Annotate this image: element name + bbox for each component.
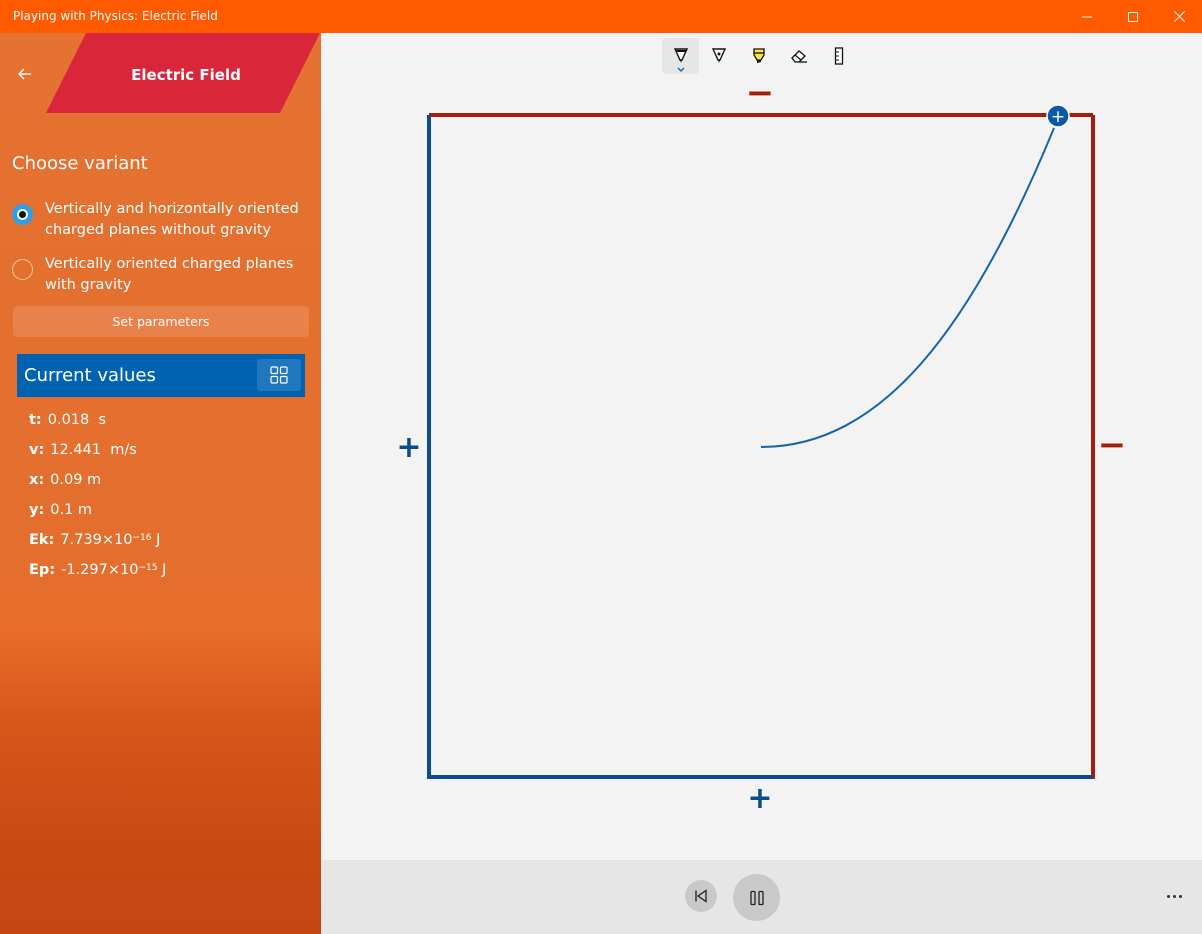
restart-button[interactable] <box>685 880 717 912</box>
maximize-button[interactable] <box>1110 0 1156 33</box>
grid-icon <box>270 366 288 384</box>
variant-option-2[interactable]: Vertically oriented charged planes with … <box>12 254 312 296</box>
ink-toolbar <box>662 38 859 74</box>
window-title: Playing with Physics: Electric Field <box>13 9 218 23</box>
current-values-title: Current values <box>24 365 156 386</box>
more-dot-icon <box>1172 894 1176 898</box>
value-ek: Ek: 7.739×10 −16 J <box>29 532 161 548</box>
variant-option-label: Vertically and horizontally oriented cha… <box>45 201 299 238</box>
radio-checked-icon[interactable] <box>12 204 33 225</box>
value-y: y: 0.1 m <box>29 502 93 518</box>
eraser-icon <box>791 50 807 63</box>
back-arrow-icon <box>18 68 31 80</box>
chevron-down-icon <box>677 67 684 72</box>
choose-variant-heading: Choose variant <box>12 153 148 174</box>
ballpoint-pen-icon <box>673 48 688 63</box>
highlighter-icon <box>753 48 765 63</box>
set-parameters-button[interactable]: Set parameters <box>13 306 309 337</box>
ruler-tool[interactable] <box>819 38 859 74</box>
back-button[interactable] <box>12 61 38 87</box>
highlighter-tool[interactable] <box>739 38 779 74</box>
ballpoint-pen-tool[interactable] <box>662 38 699 74</box>
pencil-tool[interactable] <box>699 38 739 74</box>
radio-unchecked-icon[interactable] <box>12 259 33 280</box>
grid-view-button[interactable] <box>257 359 301 391</box>
current-values-list: t: 0.018 s v: 12.441 m/s x: 0.09 m y: 0.… <box>29 405 166 585</box>
value-t: t: 0.018 s <box>29 412 107 428</box>
variant-option-1[interactable]: Vertically and horizontally oriented cha… <box>12 199 312 241</box>
value-x: x: 0.09 m <box>29 472 102 488</box>
more-dot-icon <box>1178 894 1182 898</box>
left-plate-sign: + <box>396 430 421 465</box>
pause-icon <box>749 890 764 905</box>
top-plate-sign: − <box>746 80 775 113</box>
particle-sign: + <box>1051 107 1065 127</box>
title-bar: Playing with Physics: Electric Field <box>0 0 1202 33</box>
skip-back-icon <box>695 889 707 903</box>
minimize-button[interactable] <box>1064 0 1110 33</box>
pencil-icon <box>711 48 727 63</box>
sidebar: Electric Field Choose variant Vertically… <box>0 33 321 934</box>
ruler-icon <box>834 47 844 65</box>
page-title: Electric Field <box>131 66 241 84</box>
eraser-tool[interactable] <box>779 38 819 74</box>
particle-trajectory <box>760 127 1055 448</box>
variant-option-label: Vertically oriented charged planes with … <box>45 256 294 293</box>
bottom-plate-sign: + <box>747 781 772 816</box>
current-values-header: Current values <box>17 354 305 397</box>
more-options-button[interactable] <box>1159 888 1189 904</box>
pause-button[interactable] <box>733 874 780 921</box>
simulation-canvas[interactable]: − − + + + <box>321 80 1202 860</box>
maximize-icon <box>1128 11 1138 22</box>
close-button[interactable] <box>1156 0 1202 33</box>
more-dot-icon <box>1166 894 1170 898</box>
value-ep: Ep: -1.297×10 −15 J <box>29 562 167 578</box>
minimize-icon <box>1082 16 1092 17</box>
playback-bar <box>321 860 1202 934</box>
right-plate-sign: − <box>1098 425 1127 465</box>
close-icon <box>1173 11 1185 22</box>
charged-particle[interactable]: + <box>1046 104 1070 128</box>
value-v: v: 12.441 m/s <box>29 442 137 458</box>
